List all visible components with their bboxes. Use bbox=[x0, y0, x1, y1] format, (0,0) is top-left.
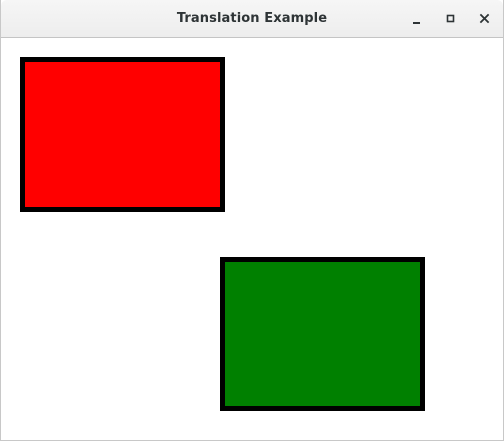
close-icon bbox=[479, 13, 490, 24]
application-window: Translation Example bbox=[0, 0, 504, 441]
red-rectangle bbox=[20, 57, 225, 212]
drawing-canvas bbox=[1, 38, 503, 440]
green-rectangle bbox=[220, 257, 425, 411]
minimize-icon bbox=[413, 22, 420, 24]
maximize-icon bbox=[446, 14, 455, 23]
window-title: Translation Example bbox=[176, 11, 328, 26]
title-bar[interactable]: Translation Example bbox=[1, 0, 503, 38]
maximize-button[interactable] bbox=[441, 9, 461, 29]
minimize-button[interactable] bbox=[407, 9, 427, 29]
close-button[interactable] bbox=[475, 9, 495, 29]
